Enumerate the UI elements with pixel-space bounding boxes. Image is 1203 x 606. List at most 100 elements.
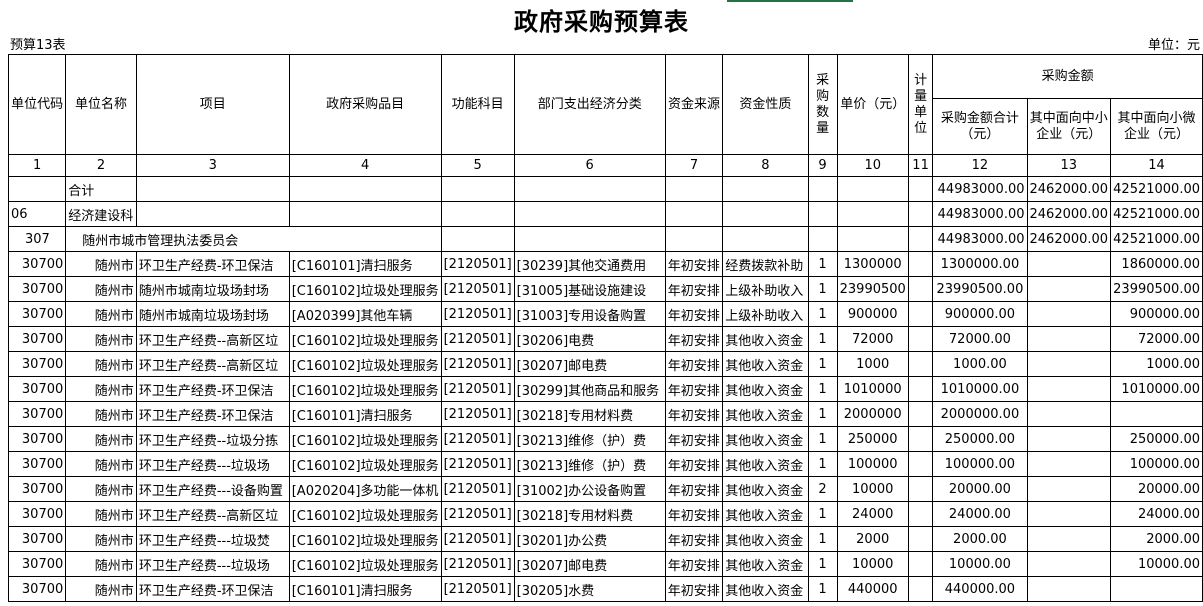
empty-cell[interactable] [664,176,724,202]
empty-cell[interactable] [836,176,909,202]
fund-nature-cell[interactable]: 上级补助收入 [722,276,809,302]
quantity-cell[interactable]: 1 [807,251,838,277]
economic-class-cell[interactable]: [30205]水费 [513,576,666,602]
empty-cell[interactable] [288,201,442,227]
quantity-cell[interactable]: 1 [807,426,838,452]
amount-sme-cell[interactable] [1026,526,1112,552]
empty-cell[interactable] [440,201,515,227]
quantity-cell[interactable]: 1 [807,301,838,327]
unit-name-cell[interactable]: 随州市 [65,501,137,527]
economic-class-cell[interactable]: [30213]维修（护）费 [513,426,666,452]
unit-price-cell[interactable]: 1300000 [836,251,909,277]
amount-micro-cell[interactable] [1110,576,1203,602]
empty-cell[interactable] [135,201,290,227]
function-subject-cell[interactable]: [2120501] [440,526,515,552]
column-number[interactable]: 5 [440,154,515,177]
fund-nature-cell[interactable]: 其他收入资金 [722,476,809,502]
amount-total-cell[interactable]: 250000.00 [932,426,1028,452]
economic-class-cell[interactable]: [30299]其他商品和服务 [513,376,666,402]
quantity-cell[interactable]: 1 [807,526,838,552]
unit-name-cell[interactable]: 合计 [65,176,137,202]
project-cell[interactable]: 环卫生产经费-环卫保洁 [135,376,290,402]
amount-total-cell[interactable]: 1300000.00 [932,251,1028,277]
project-cell[interactable]: 环卫生产经费---垃圾焚 [135,526,290,552]
economic-class-cell[interactable]: [30207]邮电费 [513,351,666,377]
empty-cell[interactable] [807,176,838,202]
column-number[interactable]: 9 [807,154,838,177]
unit-name-cell[interactable]: 随州市 [65,326,137,352]
procurement-item-cell[interactable]: [C160102]垃圾处理服务 [288,326,442,352]
empty-cell[interactable] [807,226,838,252]
measure-unit-cell[interactable] [907,376,934,402]
unit-code-cell[interactable]: 30700 [7,576,67,602]
economic-class-cell[interactable]: [30218]专用材料费 [513,501,666,527]
header-unit-name[interactable]: 单位名称 [65,54,137,155]
function-subject-cell[interactable]: [2120501] [440,451,515,477]
procurement-item-cell[interactable]: [C160102]垃圾处理服务 [288,501,442,527]
empty-cell[interactable] [907,201,934,227]
column-number[interactable]: 13 [1026,154,1112,177]
amount-micro-cell[interactable]: 42521000.00 [1110,176,1203,202]
measure-unit-cell[interactable] [907,451,934,477]
amount-micro-cell[interactable]: 1860000.00 [1110,251,1203,277]
unit-code-cell[interactable]: 06 [7,201,67,227]
unit-code-cell[interactable]: 307 [7,226,67,252]
project-cell[interactable]: 环卫生产经费---垃圾场 [135,451,290,477]
fund-nature-cell[interactable]: 经费拨款补助 [722,251,809,277]
amount-total-cell[interactable]: 23990500.00 [932,276,1028,302]
amount-total-cell[interactable]: 10000.00 [932,551,1028,577]
procurement-item-cell[interactable]: [C160102]垃圾处理服务 [288,426,442,452]
economic-class-cell[interactable]: [31002]办公设备购置 [513,476,666,502]
header-project[interactable]: 项目 [135,54,290,155]
unit-name-cell[interactable]: 随州市 [65,351,137,377]
project-cell[interactable]: 环卫生产经费---垃圾场 [135,551,290,577]
economic-class-cell[interactable]: [31003]专用设备购置 [513,301,666,327]
amount-total-cell[interactable]: 100000.00 [932,451,1028,477]
quantity-cell[interactable]: 2 [807,476,838,502]
amount-total-cell[interactable]: 20000.00 [932,476,1028,502]
header-fund-nature[interactable]: 资金性质 [722,54,809,155]
fund-source-cell[interactable]: 年初安排 [664,476,724,502]
fund-source-cell[interactable]: 年初安排 [664,501,724,527]
column-number[interactable]: 6 [513,154,666,177]
fund-source-cell[interactable]: 年初安排 [664,251,724,277]
unit-code-cell[interactable]: 30700 [7,351,67,377]
header-amount-group[interactable]: 采购金额 [932,54,1203,99]
measure-unit-cell[interactable] [907,526,934,552]
header-amount-sme[interactable]: 其中面向中小企业（元） [1026,98,1112,155]
measure-unit-cell[interactable] [907,326,934,352]
quantity-cell[interactable]: 1 [807,451,838,477]
unit-code-cell[interactable]: 30700 [7,401,67,427]
empty-cell[interactable] [513,226,666,252]
amount-micro-cell[interactable] [1110,401,1203,427]
measure-unit-cell[interactable] [907,351,934,377]
quantity-cell[interactable]: 1 [807,326,838,352]
fund-source-cell[interactable]: 年初安排 [664,526,724,552]
empty-cell[interactable] [722,201,809,227]
quantity-cell[interactable]: 1 [807,351,838,377]
fund-nature-cell[interactable]: 其他收入资金 [722,551,809,577]
fund-nature-cell[interactable]: 其他收入资金 [722,576,809,602]
amount-micro-cell[interactable]: 20000.00 [1110,476,1203,502]
empty-cell[interactable] [836,226,909,252]
project-cell[interactable]: 环卫生产经费-环卫保洁 [135,401,290,427]
quantity-cell[interactable]: 1 [807,276,838,302]
unit-price-cell[interactable]: 1010000 [836,376,909,402]
empty-cell[interactable] [135,176,290,202]
fund-source-cell[interactable]: 年初安排 [664,376,724,402]
fund-nature-cell[interactable]: 其他收入资金 [722,451,809,477]
header-function-subject[interactable]: 功能科目 [440,54,515,155]
procurement-item-cell[interactable]: [C160102]垃圾处理服务 [288,376,442,402]
amount-micro-cell[interactable]: 250000.00 [1110,426,1203,452]
header-quantity[interactable]: 采购数量 [807,54,838,155]
amount-sme-cell[interactable] [1026,401,1112,427]
amount-total-cell[interactable]: 44983000.00 [932,176,1028,202]
fund-source-cell[interactable]: 年初安排 [664,451,724,477]
function-subject-cell[interactable]: [2120501] [440,551,515,577]
amount-total-cell[interactable]: 44983000.00 [932,201,1028,227]
empty-cell[interactable] [907,226,934,252]
amount-micro-cell[interactable]: 1000.00 [1110,351,1203,377]
empty-cell[interactable] [807,201,838,227]
unit-code-cell[interactable] [7,176,67,202]
unit-name-cell[interactable]: 随州市 [65,576,137,602]
